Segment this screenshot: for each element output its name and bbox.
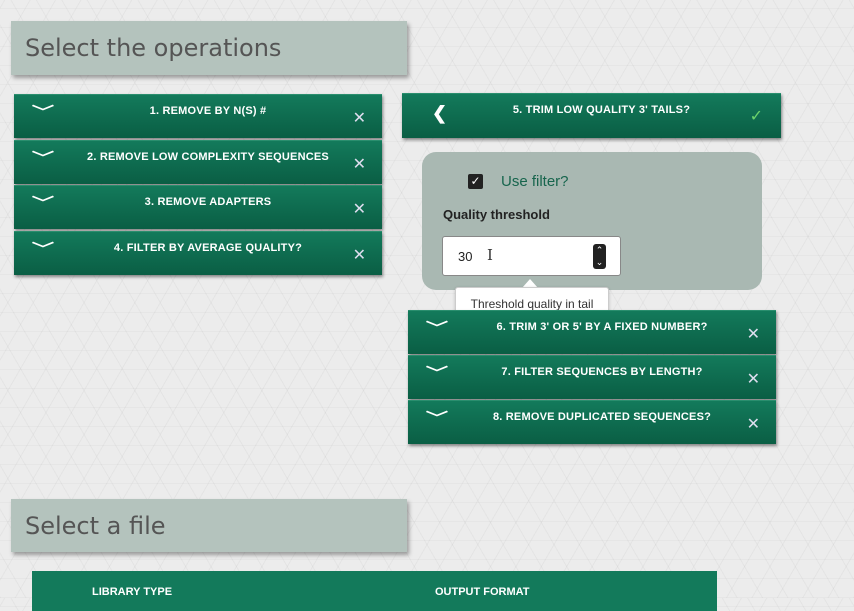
close-icon[interactable]: ✕	[747, 414, 760, 434]
file-table-header: LIBRARY TYPE OUTPUT FORMAT	[32, 571, 717, 611]
close-icon[interactable]: ✕	[353, 154, 366, 174]
chevron-down-icon[interactable]: ﹀	[426, 318, 448, 338]
chevron-down-icon[interactable]: ﹀	[32, 148, 54, 168]
use-filter-label[interactable]: Use filter?	[501, 173, 569, 190]
operation-label: 8. REMOVE DUPLICATED SEQUENCES?	[492, 411, 712, 423]
number-spinner[interactable]: ⌃ ⌄	[593, 244, 606, 269]
spinner-down-icon[interactable]: ⌄	[593, 256, 606, 268]
chevron-left-icon[interactable]: ❮	[432, 103, 447, 124]
close-icon[interactable]: ✕	[747, 369, 760, 389]
chevron-down-icon[interactable]: ﹀	[32, 193, 54, 213]
operation-label: 7. FILTER SEQUENCES BY LENGTH?	[501, 366, 703, 378]
quality-threshold-input[interactable]: 30 I ⌃ ⌄	[442, 236, 621, 276]
operation-remove-adapters[interactable]: ﹀ 3. REMOVE ADAPTERS ✕	[14, 185, 382, 229]
operation-remove-by-ns[interactable]: ﹀ 1. REMOVE BY N(S) # ✕	[14, 94, 382, 138]
quality-threshold-value[interactable]: 30	[458, 249, 472, 264]
operation-trim-fixed-number[interactable]: ﹀ 6. TRIM 3' OR 5' BY A FIXED NUMBER? ✕	[408, 310, 776, 354]
operation-label: 1. REMOVE BY N(S) #	[149, 105, 267, 117]
chevron-down-icon[interactable]: ﹀	[426, 363, 448, 383]
operation-filter-average-quality[interactable]: ﹀ 4. FILTER BY AVERAGE QUALITY? ✕	[14, 231, 382, 275]
chevron-down-icon[interactable]: ﹀	[32, 102, 54, 122]
operation-label: 2. REMOVE LOW COMPLEXITY SEQUENCES	[87, 151, 329, 163]
operation-label: 3. REMOVE ADAPTERS	[144, 196, 272, 208]
close-icon[interactable]: ✕	[353, 108, 366, 128]
operation-filter-by-length[interactable]: ﹀ 7. FILTER SEQUENCES BY LENGTH? ✕	[408, 355, 776, 399]
spinner-up-icon[interactable]: ⌃	[593, 244, 606, 256]
column-output-format: OUTPUT FORMAT	[435, 586, 530, 598]
operation-trim-low-quality-tails[interactable]: ❮ 5. TRIM LOW QUALITY 3' TAILS? ✓	[402, 93, 781, 138]
column-library-type: LIBRARY TYPE	[92, 586, 173, 598]
operation-remove-low-complexity[interactable]: ﹀ 2. REMOVE LOW COMPLEXITY SEQUENCES ✕	[14, 140, 382, 184]
operations-section-title: Select the operations	[11, 21, 407, 75]
use-filter-checkbox[interactable]: ✓	[468, 174, 483, 189]
quality-threshold-label: Quality threshold	[443, 207, 550, 222]
operation-remove-duplicated[interactable]: ﹀ 8. REMOVE DUPLICATED SEQUENCES? ✕	[408, 400, 776, 444]
operation-label: 5. TRIM LOW QUALITY 3' TAILS?	[512, 104, 691, 116]
operation-label: 4. FILTER BY AVERAGE QUALITY?	[113, 242, 303, 254]
checkmark-icon: ✓	[749, 108, 763, 125]
file-section-title: Select a file	[11, 499, 407, 552]
chevron-down-icon[interactable]: ﹀	[426, 408, 448, 428]
operation-label: 6. TRIM 3' OR 5' BY A FIXED NUMBER?	[496, 321, 708, 333]
close-icon[interactable]: ✕	[747, 324, 760, 344]
chevron-down-icon[interactable]: ﹀	[32, 239, 54, 259]
close-icon[interactable]: ✕	[353, 199, 366, 219]
close-icon[interactable]: ✕	[353, 245, 366, 265]
text-cursor-icon: I	[487, 246, 493, 264]
